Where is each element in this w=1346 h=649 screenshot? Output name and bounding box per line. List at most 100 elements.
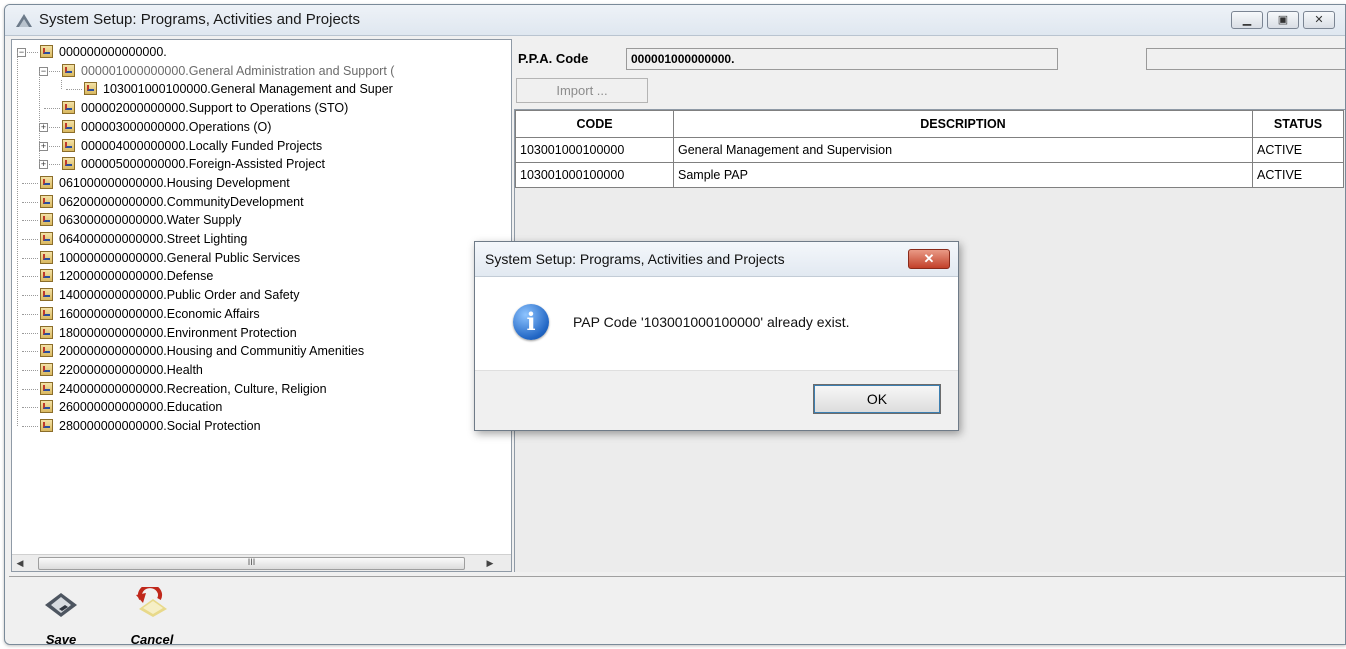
save-button[interactable]: Save <box>31 587 91 644</box>
cell-status[interactable]: ACTIVE <box>1252 162 1344 188</box>
pap-node-icon <box>40 381 53 395</box>
expand-icon[interactable]: + <box>39 160 48 170</box>
cell-description[interactable]: General Management and Supervision <box>673 137 1253 163</box>
pap-node-icon <box>40 400 53 414</box>
tree-connector <box>22 220 38 222</box>
tree-item-label: 180000000000000.Environment Protection <box>59 325 297 340</box>
tree-item-label: 061000000000000.Housing Development <box>59 175 290 190</box>
tree-item[interactable]: 061000000000000.Housing Development <box>40 174 290 192</box>
pap-node-icon <box>40 175 53 189</box>
pap-node-icon <box>62 119 75 133</box>
tree-item[interactable]: 120000000000000.Defense <box>40 267 213 285</box>
tree-item[interactable]: 000001000000000.General Administration a… <box>62 62 394 80</box>
tree-item[interactable]: 000002000000000.Support to Operations (S… <box>62 99 348 117</box>
tree-item-label: 064000000000000.Street Lighting <box>59 232 248 246</box>
minimize-button[interactable]: ▁ <box>1231 11 1263 29</box>
cell-code[interactable]: 103001000100000 <box>515 162 674 188</box>
tree-item[interactable]: 280000000000000.Social Protection <box>40 417 261 435</box>
dialog-message: PAP Code '103001000100000' already exist… <box>573 314 850 330</box>
column-header-status[interactable]: STATUS <box>1252 110 1344 138</box>
table-header-row: CODE DESCRIPTION STATUS <box>515 110 1344 138</box>
maximize-button[interactable]: ▣ <box>1267 11 1299 29</box>
tree-item-label: 160000000000000.Economic Affairs <box>59 306 260 321</box>
tree-item[interactable]: 140000000000000.Public Order and Safety <box>40 286 299 304</box>
pap-node-icon <box>40 45 53 58</box>
dialog-close-button[interactable]: ✕ <box>908 249 950 269</box>
cell-status[interactable]: ACTIVE <box>1252 137 1344 163</box>
tree-item-label: 120000000000000.Defense <box>59 269 214 284</box>
pap-node-icon <box>40 306 53 320</box>
tree-item[interactable]: 000004000000000.Locally Funded Projects <box>62 137 322 155</box>
collapse-icon[interactable]: − <box>17 48 26 57</box>
pap-node-icon <box>62 101 75 115</box>
expand-icon[interactable]: + <box>39 122 48 132</box>
cancel-button[interactable]: Cancel <box>122 584 182 644</box>
tree-connector <box>61 80 62 90</box>
close-icon: ✕ <box>923 251 935 266</box>
scroll-left-icon[interactable]: ◀ <box>12 555 28 571</box>
tree-connector <box>44 108 60 110</box>
expand-icon[interactable]: + <box>39 141 48 151</box>
collapse-icon[interactable]: − <box>39 66 48 76</box>
tree-item-label: 000003000000000.Operations (O) <box>81 119 272 134</box>
pap-node-icon <box>40 419 53 432</box>
tree-item-label: 280000000000000.Social Protection <box>59 419 261 433</box>
tree-item[interactable]: 000000000000000. <box>40 43 167 61</box>
tree-connector <box>17 52 18 426</box>
pap-node-icon <box>62 138 75 152</box>
tree-item[interactable]: 220000000000000.Health <box>40 361 203 379</box>
tree-item[interactable]: 103001000100000.General Management and S… <box>84 80 393 98</box>
table-row[interactable]: 103001000100000 Sample PAP ACTIVE <box>515 162 1344 188</box>
cell-description[interactable]: Sample PAP <box>673 162 1253 188</box>
horizontal-scrollbar[interactable]: ◀ III ▶ <box>12 554 511 571</box>
tree-item[interactable]: 260000000000000.Education <box>40 398 222 416</box>
close-button[interactable]: ✕ <box>1303 11 1335 29</box>
tree-item-label: 063000000000000.Water Supply <box>59 213 242 228</box>
tree-item-label: 140000000000000.Public Order and Safety <box>59 288 300 303</box>
bottom-toolbar: Save Cancel <box>9 576 1345 644</box>
error-dialog: System Setup: Programs, Activities and P… <box>474 241 959 431</box>
tree-connector <box>22 426 38 427</box>
minimize-icon: ▁ <box>1242 14 1252 26</box>
tree-connector <box>22 239 38 240</box>
maximize-icon: ▣ <box>1277 14 1289 26</box>
tree-item[interactable]: 062000000000000.CommunityDevelopment <box>40 193 304 211</box>
pap-node-icon <box>40 250 53 264</box>
dialog-footer: OK <box>475 370 958 430</box>
tree-item-label: 000001000000000.General Administration a… <box>81 63 395 78</box>
cell-code[interactable]: 103001000100000 <box>515 137 674 163</box>
tree-item[interactable]: 063000000000000.Water Supply <box>40 211 241 229</box>
column-header-description[interactable]: DESCRIPTION <box>673 110 1253 138</box>
pap-node-icon <box>40 362 53 376</box>
pap-node-icon <box>40 194 53 208</box>
tree-connector <box>22 388 38 390</box>
scroll-right-icon[interactable]: ▶ <box>482 555 498 571</box>
ppa-code-field[interactable]: 000001000000000. <box>626 48 1058 70</box>
tree-connector <box>22 369 38 371</box>
column-header-code[interactable]: CODE <box>515 110 674 138</box>
tree-item[interactable]: 100000000000000.General Public Services <box>40 249 300 267</box>
pap-node-icon <box>40 288 53 302</box>
tree-item[interactable]: 200000000000000.Housing and Communitiy A… <box>40 342 364 360</box>
scroll-thumb[interactable]: III <box>38 557 465 570</box>
import-button[interactable]: Import ... <box>516 78 648 103</box>
ppa-description-field[interactable] <box>1146 48 1345 70</box>
pap-node-icon <box>40 344 53 358</box>
tree-item-label: 103001000100000.General Management and S… <box>103 82 393 97</box>
pap-tree[interactable]: ◀ III ▶ 000000000000000. − 000001000000000… <box>11 39 512 572</box>
tree-item[interactable]: 240000000000000.Recreation, Culture, Rel… <box>40 380 327 398</box>
tree-item[interactable]: 000005000000000.Foreign-Assisted Project <box>62 155 325 173</box>
table-row[interactable]: 103001000100000 General Management and S… <box>515 137 1344 163</box>
ok-button[interactable]: OK <box>813 384 941 414</box>
scroll-thumb-grip: III <box>247 557 256 567</box>
tree-connector <box>22 182 38 184</box>
tree-connector <box>22 407 38 409</box>
tree-connector <box>39 70 40 165</box>
pap-node-icon <box>62 63 75 77</box>
tree-item[interactable]: 000003000000000.Operations (O) <box>62 118 271 136</box>
dialog-title: System Setup: Programs, Activities and P… <box>485 251 785 267</box>
tree-item-label: 100000000000000.General Public Services <box>59 250 301 265</box>
tree-item[interactable]: 180000000000000.Environment Protection <box>40 324 297 342</box>
tree-item[interactable]: 064000000000000.Street Lighting <box>40 230 247 248</box>
tree-item[interactable]: 160000000000000.Economic Affairs <box>40 305 260 323</box>
